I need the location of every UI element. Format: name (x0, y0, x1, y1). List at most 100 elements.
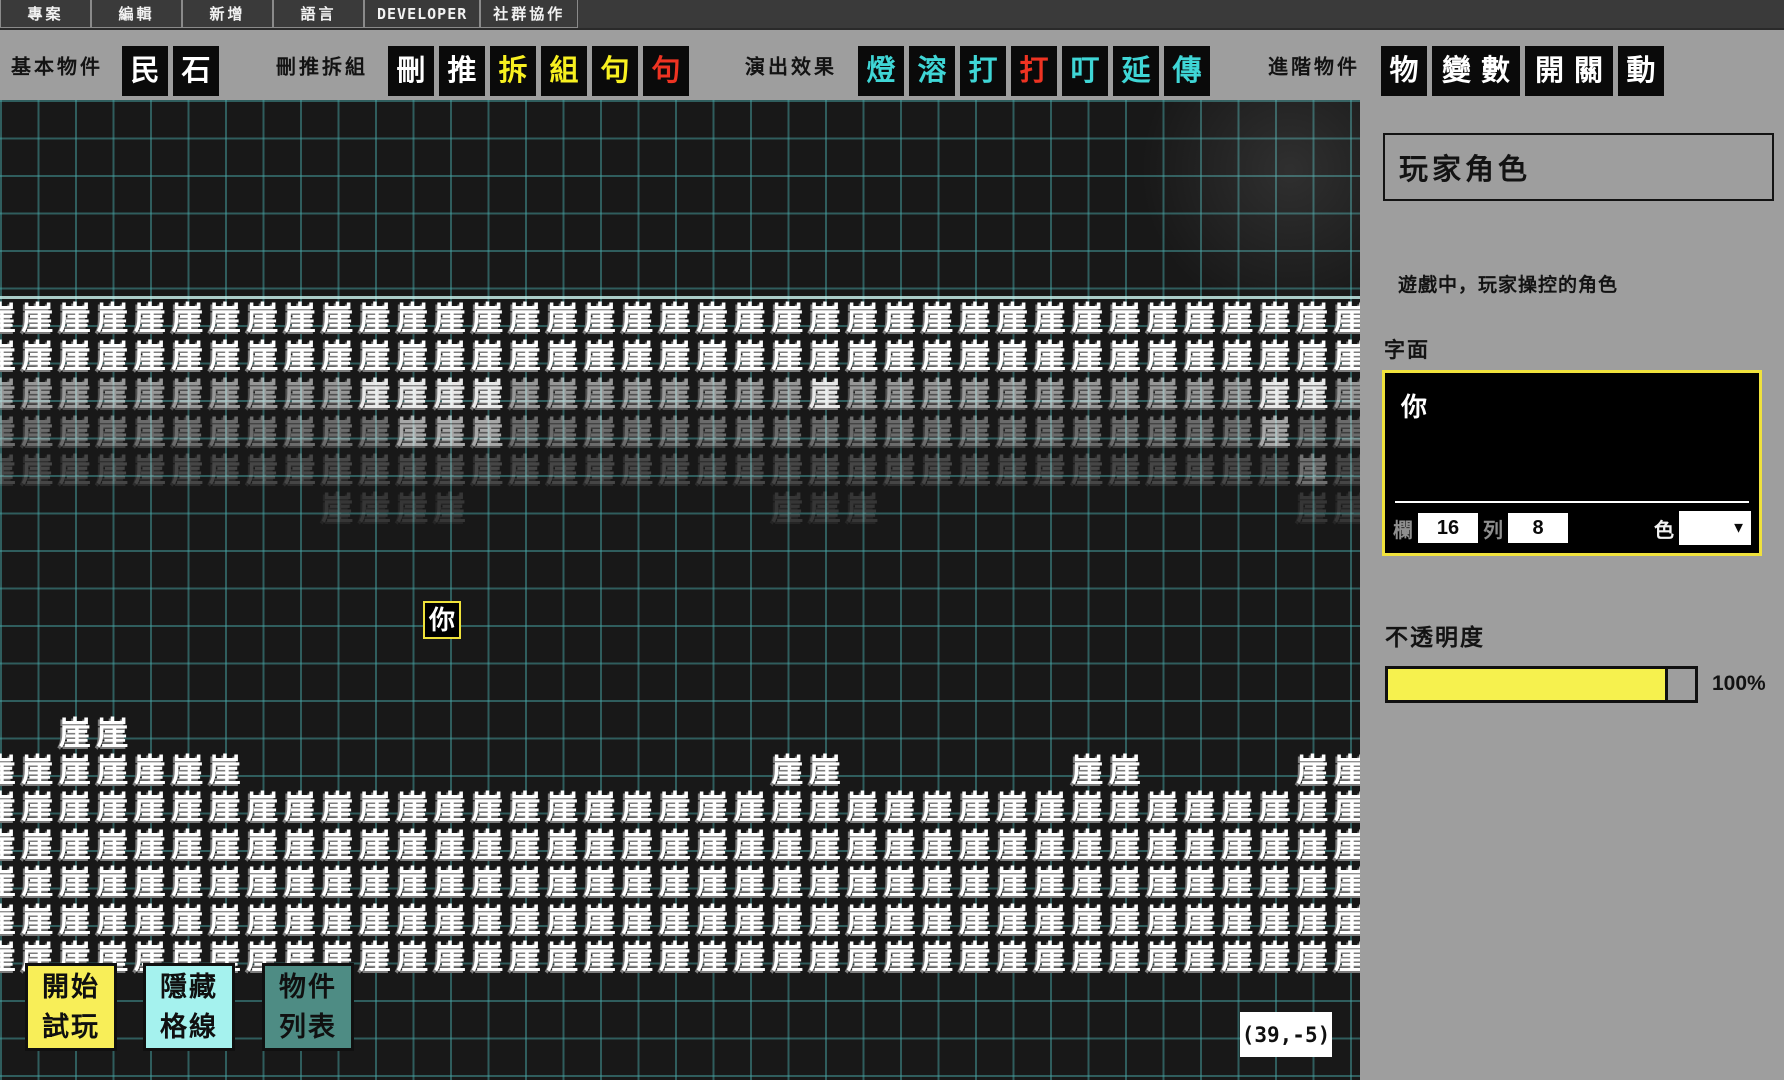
map-tile[interactable]: 崖 (619, 376, 656, 413)
map-tile[interactable]: 崖 (882, 939, 919, 976)
map-tile[interactable]: 崖 (1182, 300, 1219, 337)
map-tile[interactable]: 崖 (207, 827, 244, 864)
toolbar-button-adv-motion[interactable]: 動 (1618, 46, 1664, 96)
map-tile[interactable]: 崖 (282, 452, 319, 489)
map-tile[interactable]: 崖 (132, 452, 169, 489)
map-tile[interactable]: 崖 (582, 864, 619, 901)
hide-grid-button[interactable]: 隱藏 格線 (143, 963, 235, 1051)
map-tile[interactable]: 崖 (1069, 939, 1106, 976)
map-tile[interactable]: 崖 (582, 414, 619, 451)
map-tile[interactable]: 崖 (469, 864, 506, 901)
map-tile[interactable]: 崖 (1332, 939, 1361, 976)
map-tile[interactable]: 崖 (1257, 939, 1294, 976)
opacity-slider-handle[interactable] (1665, 669, 1695, 700)
map-tile[interactable]: 崖 (994, 864, 1031, 901)
map-tile[interactable]: 崖 (957, 902, 994, 939)
map-tile[interactable]: 崖 (1294, 864, 1331, 901)
map-tile[interactable]: 崖 (207, 752, 244, 789)
map-tile[interactable]: 崖 (1069, 300, 1106, 337)
map-tile[interactable]: 崖 (169, 452, 206, 489)
map-tile[interactable]: 崖 (0, 376, 19, 413)
map-tile[interactable]: 崖 (1144, 789, 1181, 826)
map-tile[interactable]: 崖 (1294, 338, 1331, 375)
map-tile[interactable]: 崖 (694, 827, 731, 864)
map-tile[interactable]: 崖 (957, 338, 994, 375)
map-tile[interactable]: 崖 (469, 789, 506, 826)
map-tile[interactable]: 崖 (919, 452, 956, 489)
map-tile[interactable]: 崖 (1144, 376, 1181, 413)
map-tile[interactable]: 崖 (432, 338, 469, 375)
map-tile[interactable]: 崖 (732, 376, 769, 413)
map-tile[interactable]: 崖 (394, 376, 431, 413)
map-tile[interactable]: 崖 (1144, 452, 1181, 489)
map-tile[interactable]: 崖 (469, 902, 506, 939)
map-tile[interactable]: 崖 (169, 300, 206, 337)
map-tile[interactable]: 崖 (957, 376, 994, 413)
map-tile[interactable]: 崖 (544, 414, 581, 451)
toolbar-button-fx-dissolve[interactable]: 溶 (909, 46, 955, 96)
map-tile[interactable]: 崖 (1144, 902, 1181, 939)
map-tile[interactable]: 崖 (619, 452, 656, 489)
map-tile[interactable]: 崖 (319, 300, 356, 337)
toolbar-button-adv-object[interactable]: 物 (1381, 46, 1427, 96)
map-tile[interactable]: 崖 (657, 414, 694, 451)
map-tile[interactable]: 崖 (1332, 864, 1361, 901)
map-tile[interactable]: 崖 (57, 789, 94, 826)
map-canvas[interactable]: 崖崖崖崖崖崖崖崖崖崖崖崖崖崖崖崖崖崖崖崖崖崖崖崖崖崖崖崖崖崖崖崖崖崖崖崖崖崖崖崖… (0, 100, 1360, 1080)
map-tile[interactable]: 崖 (282, 376, 319, 413)
map-tile[interactable]: 崖 (844, 864, 881, 901)
object-name-field[interactable]: 玩家角色 (1383, 133, 1774, 201)
map-tile[interactable]: 崖 (1032, 789, 1069, 826)
map-tile[interactable]: 崖 (807, 376, 844, 413)
map-tile[interactable]: 崖 (1107, 827, 1144, 864)
map-tile[interactable]: 崖 (432, 414, 469, 451)
map-tile[interactable]: 崖 (769, 452, 806, 489)
map-tile[interactable]: 崖 (132, 864, 169, 901)
map-tile[interactable]: 崖 (1107, 864, 1144, 901)
map-tile[interactable]: 崖 (244, 376, 281, 413)
map-tile[interactable]: 崖 (207, 452, 244, 489)
toolbar-button-basic-stone[interactable]: 石 (173, 46, 219, 96)
map-tile[interactable]: 崖 (19, 789, 56, 826)
map-tile[interactable]: 崖 (94, 715, 131, 752)
map-tile[interactable]: 崖 (469, 414, 506, 451)
map-tile[interactable]: 崖 (1257, 789, 1294, 826)
map-tile[interactable]: 崖 (132, 414, 169, 451)
map-tile[interactable]: 崖 (1294, 376, 1331, 413)
map-tile[interactable]: 崖 (957, 300, 994, 337)
map-tile[interactable]: 崖 (582, 300, 619, 337)
map-tile[interactable]: 崖 (394, 338, 431, 375)
map-tile[interactable]: 崖 (1144, 827, 1181, 864)
map-tile[interactable]: 崖 (1032, 414, 1069, 451)
map-tile[interactable]: 崖 (957, 414, 994, 451)
map-tile[interactable]: 崖 (1182, 338, 1219, 375)
map-tile[interactable]: 崖 (1069, 452, 1106, 489)
map-tile[interactable]: 崖 (544, 452, 581, 489)
map-tile[interactable]: 崖 (657, 789, 694, 826)
map-tile[interactable]: 崖 (544, 864, 581, 901)
map-tile[interactable]: 崖 (1032, 939, 1069, 976)
map-tile[interactable]: 崖 (844, 939, 881, 976)
map-tile[interactable]: 崖 (244, 414, 281, 451)
map-tile[interactable]: 崖 (0, 864, 19, 901)
map-tile[interactable]: 崖 (357, 939, 394, 976)
map-tile[interactable]: 崖 (394, 490, 431, 527)
map-tile[interactable]: 崖 (769, 902, 806, 939)
map-tile[interactable]: 崖 (919, 376, 956, 413)
map-tile[interactable]: 崖 (1107, 452, 1144, 489)
map-tile[interactable]: 崖 (1032, 376, 1069, 413)
map-tile[interactable]: 崖 (844, 414, 881, 451)
map-tile[interactable]: 崖 (469, 338, 506, 375)
map-tile[interactable]: 崖 (1294, 939, 1331, 976)
map-tile[interactable]: 崖 (94, 752, 131, 789)
map-tile[interactable]: 崖 (807, 752, 844, 789)
map-tile[interactable]: 崖 (694, 789, 731, 826)
map-tile[interactable]: 崖 (57, 827, 94, 864)
map-tile[interactable]: 崖 (1332, 300, 1361, 337)
map-tile[interactable]: 崖 (94, 452, 131, 489)
map-tile[interactable]: 崖 (507, 939, 544, 976)
map-tile[interactable]: 崖 (1294, 752, 1331, 789)
map-tile[interactable]: 崖 (1107, 789, 1144, 826)
map-tile[interactable]: 崖 (919, 300, 956, 337)
map-tile[interactable]: 崖 (94, 376, 131, 413)
